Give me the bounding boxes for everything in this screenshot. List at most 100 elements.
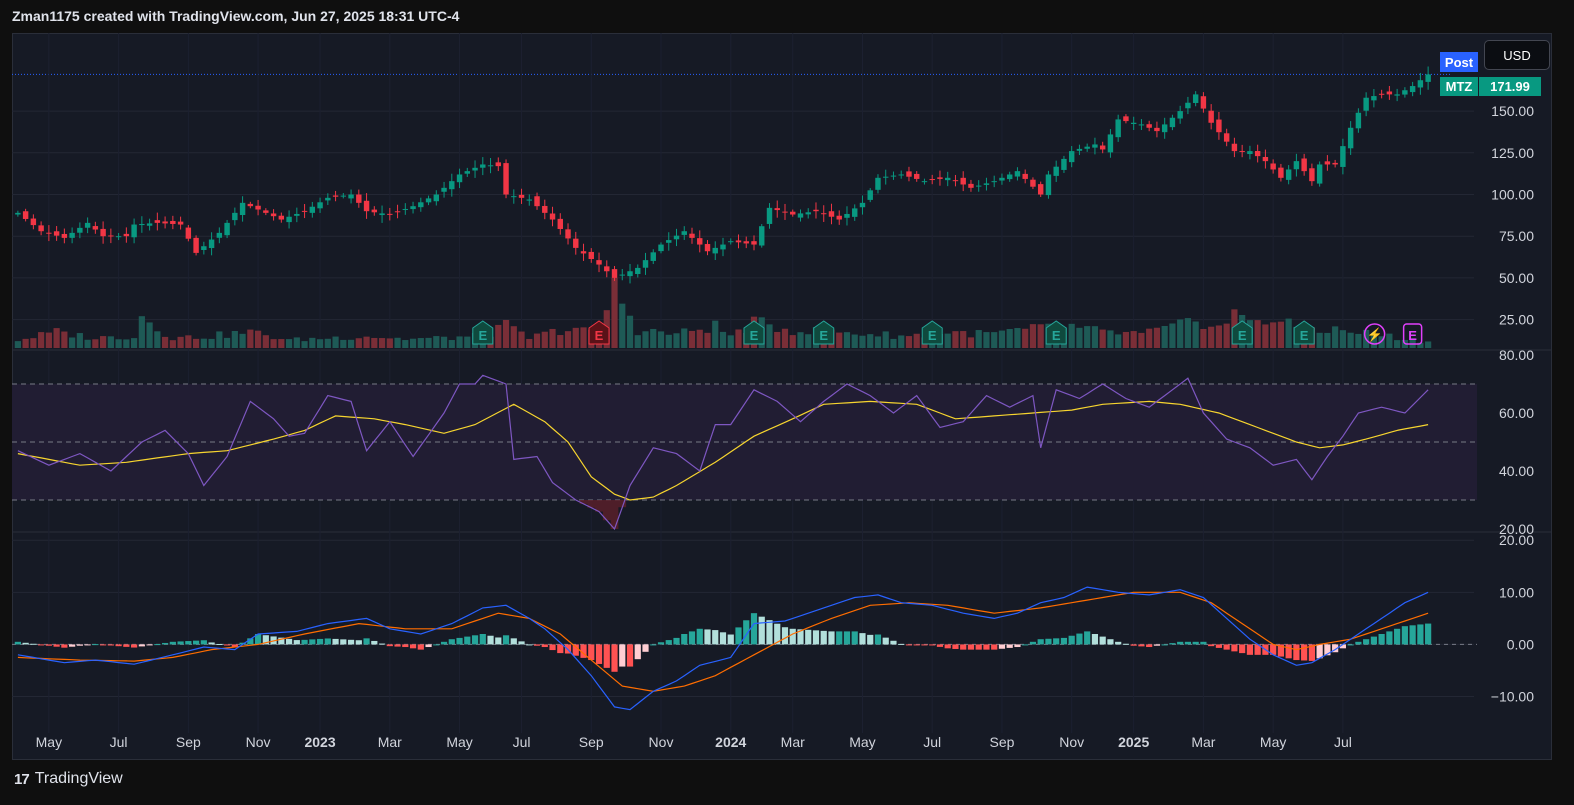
volume-bar <box>100 336 107 348</box>
candle-body <box>914 173 920 179</box>
volume-bar <box>882 331 889 348</box>
earnings-label: E <box>1052 328 1061 343</box>
volume-bar <box>851 334 858 348</box>
macd-histogram-bar <box>735 627 742 645</box>
macd-histogram-bar <box>84 644 91 646</box>
time-tick-label: Nov <box>246 734 271 750</box>
candle-body <box>611 269 618 278</box>
volume-bar <box>611 278 618 348</box>
candle-body <box>1161 124 1168 133</box>
macd-histogram-bar <box>448 639 455 645</box>
candle-body <box>898 174 904 176</box>
candle-body <box>1262 156 1269 162</box>
macd-histogram-bar <box>316 638 324 645</box>
macd-histogram-bar <box>115 644 122 647</box>
volume-bar <box>448 340 455 348</box>
candle-body <box>728 241 734 243</box>
candle-body <box>712 247 718 254</box>
macd-histogram-bar <box>487 635 494 645</box>
volume-bar <box>347 339 355 348</box>
volume-bar <box>998 330 1006 348</box>
candle-body <box>1371 96 1377 101</box>
candle-body <box>108 235 114 237</box>
candle-body <box>487 165 494 167</box>
candle-body <box>325 197 331 201</box>
volume-bar <box>309 337 316 348</box>
footer-brand[interactable]: 17 TradingView <box>14 770 123 788</box>
volume-bar <box>61 331 68 348</box>
macd-histogram-bar <box>309 639 316 645</box>
candle-body <box>751 241 757 245</box>
currency-button[interactable]: USD <box>1484 40 1550 70</box>
candle-body <box>294 213 300 216</box>
candle-body <box>263 210 269 213</box>
volume-bar <box>526 338 533 348</box>
volume-bar <box>1091 326 1099 348</box>
macd-histogram-bar <box>828 631 835 645</box>
volume-bar <box>22 338 29 348</box>
earnings-label: E <box>928 328 937 343</box>
price-tick-label: 100.00 <box>1491 187 1534 203</box>
candle-body <box>1030 179 1036 187</box>
candle-body <box>1285 169 1292 180</box>
macd-histogram-bar <box>727 634 734 645</box>
macd-histogram-bar <box>185 641 192 645</box>
candle-body <box>1185 102 1191 109</box>
macd-histogram-bar <box>673 637 680 645</box>
candle-body <box>1084 146 1090 149</box>
macd-histogram-bar <box>619 644 626 667</box>
volume-bar <box>1425 341 1432 348</box>
candle-body <box>433 194 440 202</box>
macd-histogram-bar <box>1022 644 1029 646</box>
volume-bar <box>363 336 370 348</box>
volume-bar <box>1254 320 1261 348</box>
volume-bar <box>502 319 510 348</box>
macd-histogram-bar <box>371 640 378 645</box>
macd-histogram-bar <box>1285 644 1292 659</box>
candle-body <box>1045 174 1052 196</box>
candle-body <box>828 211 835 217</box>
macd-histogram-bar <box>479 634 486 645</box>
macd-histogram-bar <box>1169 643 1176 645</box>
earnings-label: E <box>478 328 487 343</box>
tradingview-logo-icon: 17 <box>14 770 30 788</box>
candle-body <box>371 209 378 213</box>
chart-canvas[interactable]: E E E E E E E E ⚡ E 25.00 50.00 75.00 100.00 125.00 15… <box>12 33 1552 760</box>
time-tick-label: May <box>1260 734 1286 750</box>
macd-histogram-bar <box>533 644 541 646</box>
volume-bar <box>1200 328 1207 348</box>
candle-body <box>356 194 362 203</box>
time-tick-label: 2025 <box>1118 734 1149 750</box>
candle-body <box>906 171 912 177</box>
macd-histogram-bar <box>495 637 502 645</box>
volume-bar <box>890 338 897 348</box>
macd-histogram-bar <box>921 644 928 646</box>
earnings-label: E <box>750 328 759 343</box>
macd-histogram-bar <box>208 642 215 645</box>
candle-body <box>441 187 447 192</box>
macd-histogram-bar <box>1378 634 1385 645</box>
macd-histogram-bar <box>61 644 68 648</box>
macd-histogram-bar <box>1293 644 1300 661</box>
macd-histogram-bar <box>665 640 672 645</box>
candle-body <box>1014 171 1021 177</box>
macd-histogram-bar <box>293 640 300 645</box>
candle-body <box>154 220 161 223</box>
candle-body <box>92 226 99 230</box>
candle-body <box>944 177 951 181</box>
macd-pane <box>14 586 1432 711</box>
volume-bar <box>324 338 331 348</box>
volume-bar <box>781 328 789 348</box>
macd-histogram-bar <box>859 633 866 645</box>
candle-body <box>1239 150 1245 152</box>
macd-histogram-bar <box>688 631 696 645</box>
candle-body <box>1340 146 1346 167</box>
volume-bar <box>1153 327 1161 348</box>
macd-histogram-bar <box>363 638 370 645</box>
macd-histogram-bar <box>1146 644 1153 648</box>
time-tick-label: May <box>446 734 472 750</box>
macd-histogram-bar <box>983 644 990 650</box>
earnings-label: E <box>1408 328 1417 343</box>
volume-bar <box>440 336 448 348</box>
macd-histogram-bar <box>867 634 874 645</box>
